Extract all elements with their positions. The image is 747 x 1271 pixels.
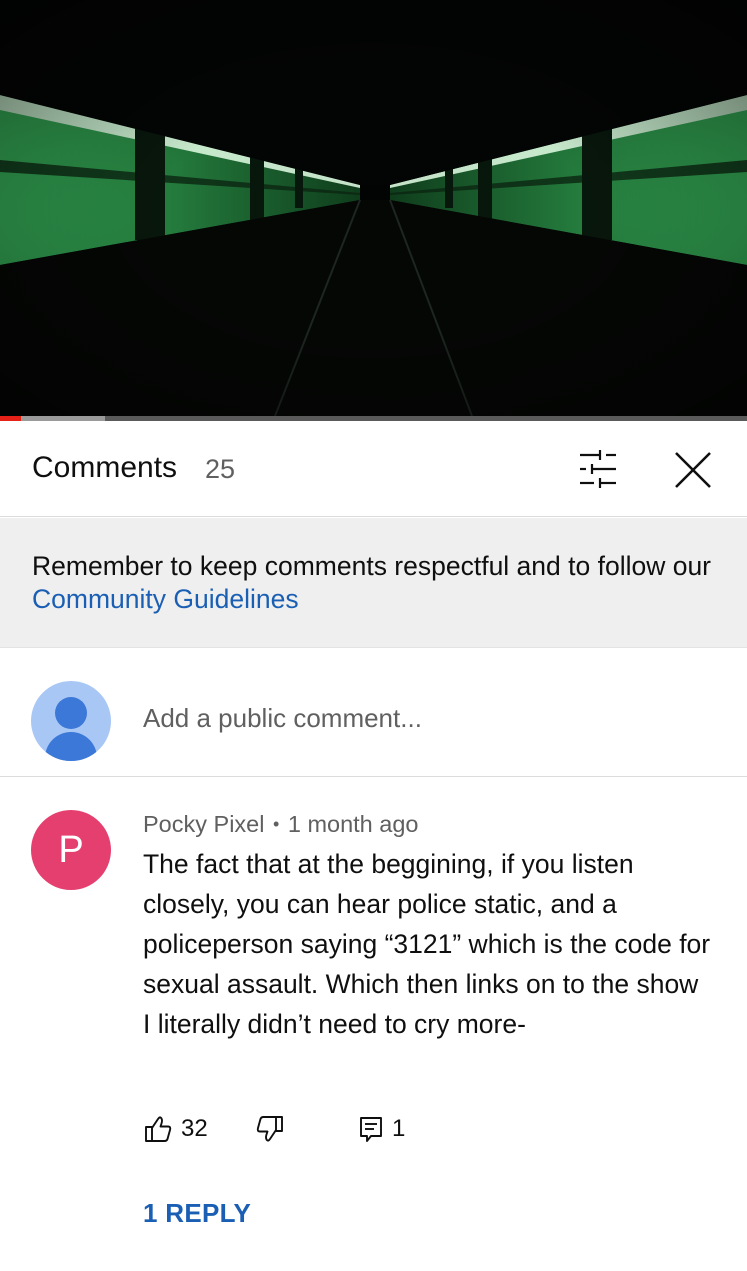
like-button[interactable]: 32 [143, 1111, 208, 1147]
sort-filter-button[interactable] [570, 447, 626, 491]
notice-text: Remember to keep comments respectful and… [32, 550, 722, 616]
avatar-head [55, 697, 87, 729]
reply-count: 1 [392, 1115, 406, 1142]
like-count: 32 [181, 1115, 208, 1142]
comments-title: Comments [32, 451, 178, 484]
author-avatar[interactable]: P [31, 810, 111, 890]
reply-icon [360, 1117, 382, 1142]
video-frame [0, 0, 747, 421]
comment-actions: 32 1 [143, 1111, 703, 1147]
comment-text: The fact that at the beggining, if you l… [143, 844, 718, 1044]
community-guidelines-link[interactable]: Community Guidelines [32, 584, 299, 614]
thumbs-up-icon [145, 1116, 172, 1142]
view-replies-link[interactable]: 1 REPLY [143, 1198, 251, 1229]
comment-line-1: The fact that at the beggining, if you l… [143, 849, 711, 999]
comment-meta: Pocky Pixel • 1 month ago [143, 811, 419, 838]
filter-icon [580, 450, 616, 488]
dislike-button[interactable] [255, 1111, 285, 1147]
comment-author[interactable]: Pocky Pixel [143, 811, 264, 837]
meta-separator: • [273, 814, 280, 834]
default-avatar-icon [31, 681, 111, 761]
close-icon [675, 452, 711, 488]
add-comment-row: Add a public comment... [0, 649, 747, 777]
notice-message: Remember to keep comments respectful and… [32, 551, 712, 581]
close-button[interactable] [666, 443, 720, 497]
reply-button[interactable]: 1 [358, 1111, 405, 1147]
comment-item: P Pocky Pixel • 1 month ago The fact tha… [0, 778, 747, 1271]
add-comment-input[interactable]: Add a public comment... [143, 703, 422, 734]
comments-count: 25 [205, 454, 236, 484]
thumbs-down-icon [256, 1116, 283, 1142]
comment-line-2: I literally didn’t need to cry more- [143, 1009, 526, 1039]
comments-header: Comments 25 [0, 421, 747, 517]
avatar-body [45, 732, 97, 761]
community-notice: Remember to keep comments respectful and… [0, 518, 747, 648]
comment-time: 1 month ago [287, 811, 419, 837]
video-player[interactable] [0, 0, 747, 421]
